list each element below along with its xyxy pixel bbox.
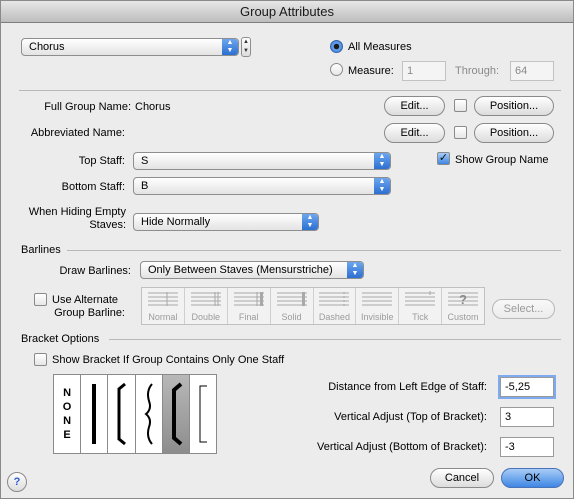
measure-from-field[interactable]: 1 (402, 61, 446, 81)
barline-final-icon (233, 292, 264, 306)
barline-normal-icon (147, 292, 178, 306)
barline-style-palette: Normal Double Final Solid Dashed Invisib… (141, 287, 485, 325)
divider (109, 339, 561, 340)
bracket-thin-square[interactable] (190, 375, 216, 453)
barline-normal[interactable]: Normal (142, 288, 185, 324)
vertical-adjust-top-label: Vertical Adjust (Top of Bracket): (334, 411, 487, 423)
vertical-adjust-top-field[interactable]: 3 (500, 407, 554, 427)
full-name-position-checkbox[interactable] (454, 99, 467, 112)
vertical-adjust-bottom-field[interactable]: -3 (500, 437, 554, 457)
bracket-heavy-square[interactable] (162, 375, 190, 453)
abbreviated-name-position-checkbox[interactable] (454, 126, 467, 139)
all-measures-radio[interactable] (330, 40, 343, 53)
divider (67, 250, 561, 251)
window-title: Group Attributes (1, 1, 573, 23)
show-group-name-checkbox[interactable]: ✓ (437, 152, 450, 165)
position-full-name-button[interactable]: Position... (474, 96, 554, 116)
bottom-staff-label: Bottom Staff: (61, 181, 125, 193)
all-measures-label: All Measures (348, 41, 412, 53)
vertical-adjust-bottom-label: Vertical Adjust (Bottom of Bracket): (317, 441, 487, 453)
through-label: Through: (455, 65, 500, 77)
hiding-empty-select[interactable]: Hide Normally ▲ ▼ (133, 213, 319, 231)
chevron-updown-icon: ▲ ▼ (374, 153, 390, 169)
none-letter: O (62, 401, 72, 413)
select-barline-button[interactable]: Select... (492, 299, 555, 319)
show-bracket-one-staff-label: Show Bracket If Group Contains Only One … (52, 354, 285, 366)
hiding-empty-value: Hide Normally (141, 216, 211, 228)
barline-custom-icon: ? (448, 292, 479, 307)
chevron-updown-icon: ▲ ▼ (222, 39, 238, 55)
none-letter: N (63, 415, 72, 427)
barline-custom[interactable]: ? Custom (442, 288, 484, 324)
barline-invisible[interactable]: Invisible (356, 288, 400, 324)
bracket-options-section-title: Bracket Options (21, 333, 100, 345)
divider (19, 90, 561, 91)
edit-full-name-button[interactable]: Edit... (384, 96, 445, 116)
barlines-section-title: Barlines (21, 244, 61, 256)
bracket-none[interactable]: N O N E (54, 375, 82, 453)
draw-barlines-value: Only Between Staves (Mensurstriche) (148, 264, 333, 276)
measure-through-field[interactable]: 64 (510, 61, 554, 81)
alternate-barline-label-line2: Group Barline: (54, 307, 125, 319)
group-select[interactable]: Chorus ▲ ▼ (21, 38, 239, 56)
full-group-name-label: Full Group Name: (44, 101, 131, 113)
alternate-barline-label-line1: Use Alternate (52, 294, 119, 306)
bottom-staff-select[interactable]: B ▲ ▼ (133, 177, 391, 195)
draw-barlines-select[interactable]: Only Between Staves (Mensurstriche) ▲ ▼ (140, 261, 364, 279)
alternate-barline-checkbox[interactable] (34, 293, 47, 306)
barline-invisible-icon (362, 292, 393, 306)
bracket-thick-line[interactable] (81, 375, 109, 453)
square-bracket-icon (117, 382, 127, 446)
chevron-updown-icon: ▲ ▼ (374, 178, 390, 194)
measure-label: Measure: (348, 65, 394, 77)
heavy-bracket-icon (171, 382, 183, 446)
barline-solid-icon (276, 292, 307, 306)
top-staff-select[interactable]: S ▲ ▼ (133, 152, 391, 170)
hiding-empty-label-line1: When Hiding Empty (28, 206, 126, 218)
group-attributes-dialog: Group Attributes Chorus ▲ ▼ ▲ ▼ All Measur… (0, 0, 574, 499)
distance-left-edge-label: Distance from Left Edge of Staff: (328, 381, 487, 393)
barline-dashed-icon (319, 292, 350, 306)
distance-left-edge-field[interactable]: -5,25 (500, 377, 554, 397)
measure-range-radio[interactable] (330, 63, 343, 76)
bracket-curly[interactable] (136, 375, 163, 453)
barline-solid[interactable]: Solid (271, 288, 314, 324)
curly-brace-icon (144, 383, 153, 445)
none-letter: E (63, 429, 71, 441)
position-abbreviated-name-button[interactable]: Position... (474, 123, 554, 143)
top-staff-value: S (141, 155, 149, 167)
group-select-value: Chorus (29, 41, 65, 53)
hiding-empty-label-line2: Staves: (89, 219, 126, 231)
cancel-button[interactable]: Cancel (430, 468, 494, 488)
ok-button[interactable]: OK (501, 468, 564, 488)
help-icon[interactable]: ? (7, 472, 27, 492)
bottom-staff-value: B (141, 180, 149, 192)
thick-bracket-icon (92, 384, 97, 444)
edit-abbreviated-name-button[interactable]: Edit... (384, 123, 445, 143)
barline-tick[interactable]: Tick (399, 288, 443, 324)
none-letter: N (63, 387, 72, 399)
barline-dashed[interactable]: Dashed (314, 288, 357, 324)
barline-double-icon (190, 292, 221, 306)
show-group-name-label: Show Group Name (455, 154, 549, 166)
barline-final[interactable]: Final (228, 288, 271, 324)
thin-bracket-icon (199, 385, 207, 443)
draw-barlines-label: Draw Barlines: (59, 265, 131, 277)
chevron-updown-icon: ▲ ▼ (347, 262, 363, 278)
top-staff-label: Top Staff: (78, 155, 125, 167)
abbreviated-name-label: Abbreviated Name: (30, 127, 125, 139)
barline-double[interactable]: Double (185, 288, 228, 324)
svg-text:?: ? (459, 292, 467, 307)
barline-tick-icon (405, 291, 436, 306)
chevron-updown-icon: ▲ ▼ (302, 214, 318, 230)
bracket-style-palette: N O N E (53, 374, 217, 454)
bracket-square[interactable] (108, 375, 136, 453)
full-group-name-value: Chorus (135, 101, 171, 113)
show-bracket-one-staff-checkbox[interactable] (34, 353, 47, 366)
group-stepper[interactable]: ▲ ▼ (241, 37, 251, 57)
